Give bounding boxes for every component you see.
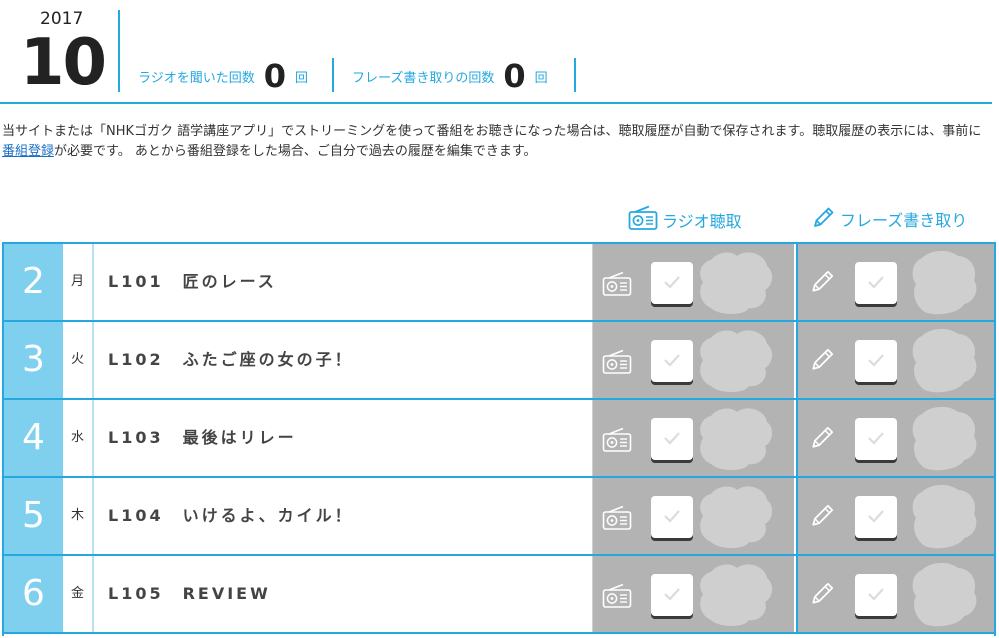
- table-row: 3 火 L102 ふたご座の女の子！: [4, 322, 994, 400]
- pencil-icon: [812, 205, 840, 233]
- check-icon: [867, 274, 885, 293]
- lesson-title: L101 匠のレース: [108, 272, 277, 291]
- radio-status-cell: [592, 400, 794, 476]
- check-icon: [663, 352, 681, 371]
- divider: [332, 58, 334, 92]
- check-icon: [867, 352, 885, 371]
- check-icon: [867, 508, 885, 527]
- pencil-icon: [810, 346, 836, 376]
- radio-listened-checkbox[interactable]: [651, 496, 693, 538]
- mascot-silhouette-icon: [908, 250, 978, 322]
- radio-status-cell: [592, 244, 794, 320]
- program-registration-link[interactable]: 番組登録: [2, 144, 54, 159]
- divider: [574, 58, 576, 92]
- phrase-done-checkbox[interactable]: [855, 340, 897, 382]
- check-icon: [663, 430, 681, 449]
- radio-status-cell: [592, 478, 794, 554]
- radio-icon: [602, 349, 632, 379]
- month-header: 2017 10 ラジオを聞いた回数 0 回 フレーズ書き取りの回数 0 回: [0, 0, 992, 104]
- radio-listened-checkbox[interactable]: [651, 340, 693, 382]
- radio-listened-checkbox[interactable]: [651, 574, 693, 616]
- mascot-silhouette-icon: [908, 328, 978, 400]
- radio-count-value: 0: [263, 57, 287, 95]
- phrase-count-value: 0: [503, 57, 526, 95]
- lesson-title: L105 REVIEW: [108, 584, 271, 603]
- radio-icon: [628, 205, 662, 235]
- pencil-icon: [810, 268, 836, 298]
- mascot-silhouette-icon: [908, 484, 978, 556]
- history-notice: 当サイトまたは「NHKゴガク 語学講座アプリ」でストリーミングを使って番組をお聴…: [2, 122, 992, 162]
- mascot-silhouette-icon: [695, 562, 775, 632]
- radio-status-cell: [592, 556, 794, 632]
- pencil-icon: [810, 502, 836, 532]
- check-icon: [663, 508, 681, 527]
- lesson-title: L102 ふたご座の女の子！: [108, 350, 354, 369]
- check-icon: [663, 586, 681, 605]
- radio-column-header: ラジオ聴取: [628, 205, 742, 235]
- radio-count-stat: ラジオを聞いた回数 0 回: [138, 56, 308, 96]
- radio-count-unit: 回: [295, 70, 309, 86]
- mascot-silhouette-icon: [908, 406, 978, 478]
- check-icon: [867, 430, 885, 449]
- weekday-label: 火: [63, 322, 94, 398]
- weekday-label: 金: [63, 556, 94, 632]
- day-number: 4: [4, 400, 63, 476]
- check-icon: [867, 586, 885, 605]
- weekday-label: 月: [63, 244, 94, 320]
- table-row: 6 金 L105 REVIEW: [4, 556, 994, 634]
- divider: [118, 10, 120, 92]
- radio-status-cell: [592, 322, 794, 398]
- phrase-done-checkbox[interactable]: [855, 418, 897, 460]
- radio-listened-checkbox[interactable]: [651, 262, 693, 304]
- radio-icon: [602, 583, 632, 613]
- radio-count-label: ラジオを聞いた回数: [138, 70, 255, 86]
- program-schedule-table: 2 月 L101 匠のレース 3 火 L102 ふたご座の女の子！ 4 水 L1…: [2, 242, 996, 636]
- table-row: 4 水 L103 最後はリレー: [4, 400, 994, 478]
- day-number: 5: [4, 478, 63, 554]
- phrase-done-checkbox[interactable]: [855, 262, 897, 304]
- weekday-label: 木: [63, 478, 94, 554]
- pencil-icon: [810, 424, 836, 454]
- phrase-done-checkbox[interactable]: [855, 574, 897, 616]
- radio-icon: [602, 505, 632, 535]
- notice-text-after: が必要です。 あとから番組登録をした場合、ご自分で過去の履歴を編集できます。: [54, 144, 537, 159]
- table-row: 5 木 L104 いけるよ、カイル！: [4, 478, 994, 556]
- phrase-status-cell: [796, 478, 994, 554]
- radio-column-label: ラジオ聴取: [662, 212, 742, 231]
- notice-text-before: 当サイトまたは「NHKゴガク 語学講座アプリ」でストリーミングを使って番組をお聴…: [2, 124, 982, 139]
- phrase-column-label: フレーズ書き取り: [840, 211, 968, 230]
- mascot-silhouette-icon: [695, 250, 775, 320]
- mascot-silhouette-icon: [695, 406, 775, 476]
- lesson-title: L104 いけるよ、カイル！: [108, 506, 354, 525]
- table-row: 2 月 L101 匠のレース: [4, 244, 994, 322]
- mascot-silhouette-icon: [695, 328, 775, 398]
- day-number: 3: [4, 322, 63, 398]
- phrase-status-cell: [796, 322, 994, 398]
- phrase-count-label: フレーズ書き取りの回数: [352, 70, 495, 86]
- day-number: 6: [4, 556, 63, 632]
- lesson-title: L103 最後はリレー: [108, 428, 297, 447]
- weekday-label: 水: [63, 400, 94, 476]
- phrase-status-cell: [796, 244, 994, 320]
- mascot-silhouette-icon: [695, 484, 775, 554]
- phrase-status-cell: [796, 400, 994, 476]
- phrase-count-unit: 回: [534, 70, 548, 86]
- pencil-icon: [810, 580, 836, 610]
- month-number: 10: [20, 26, 107, 100]
- phrase-count-stat: フレーズ書き取りの回数 0 回: [352, 56, 548, 96]
- radio-listened-checkbox[interactable]: [651, 418, 693, 460]
- phrase-column-header: フレーズ書き取り: [812, 205, 967, 233]
- phrase-status-cell: [796, 556, 994, 632]
- mascot-silhouette-icon: [908, 562, 978, 634]
- phrase-done-checkbox[interactable]: [855, 496, 897, 538]
- day-number: 2: [4, 244, 63, 320]
- radio-icon: [602, 427, 632, 457]
- check-icon: [663, 274, 681, 293]
- radio-icon: [602, 271, 632, 301]
